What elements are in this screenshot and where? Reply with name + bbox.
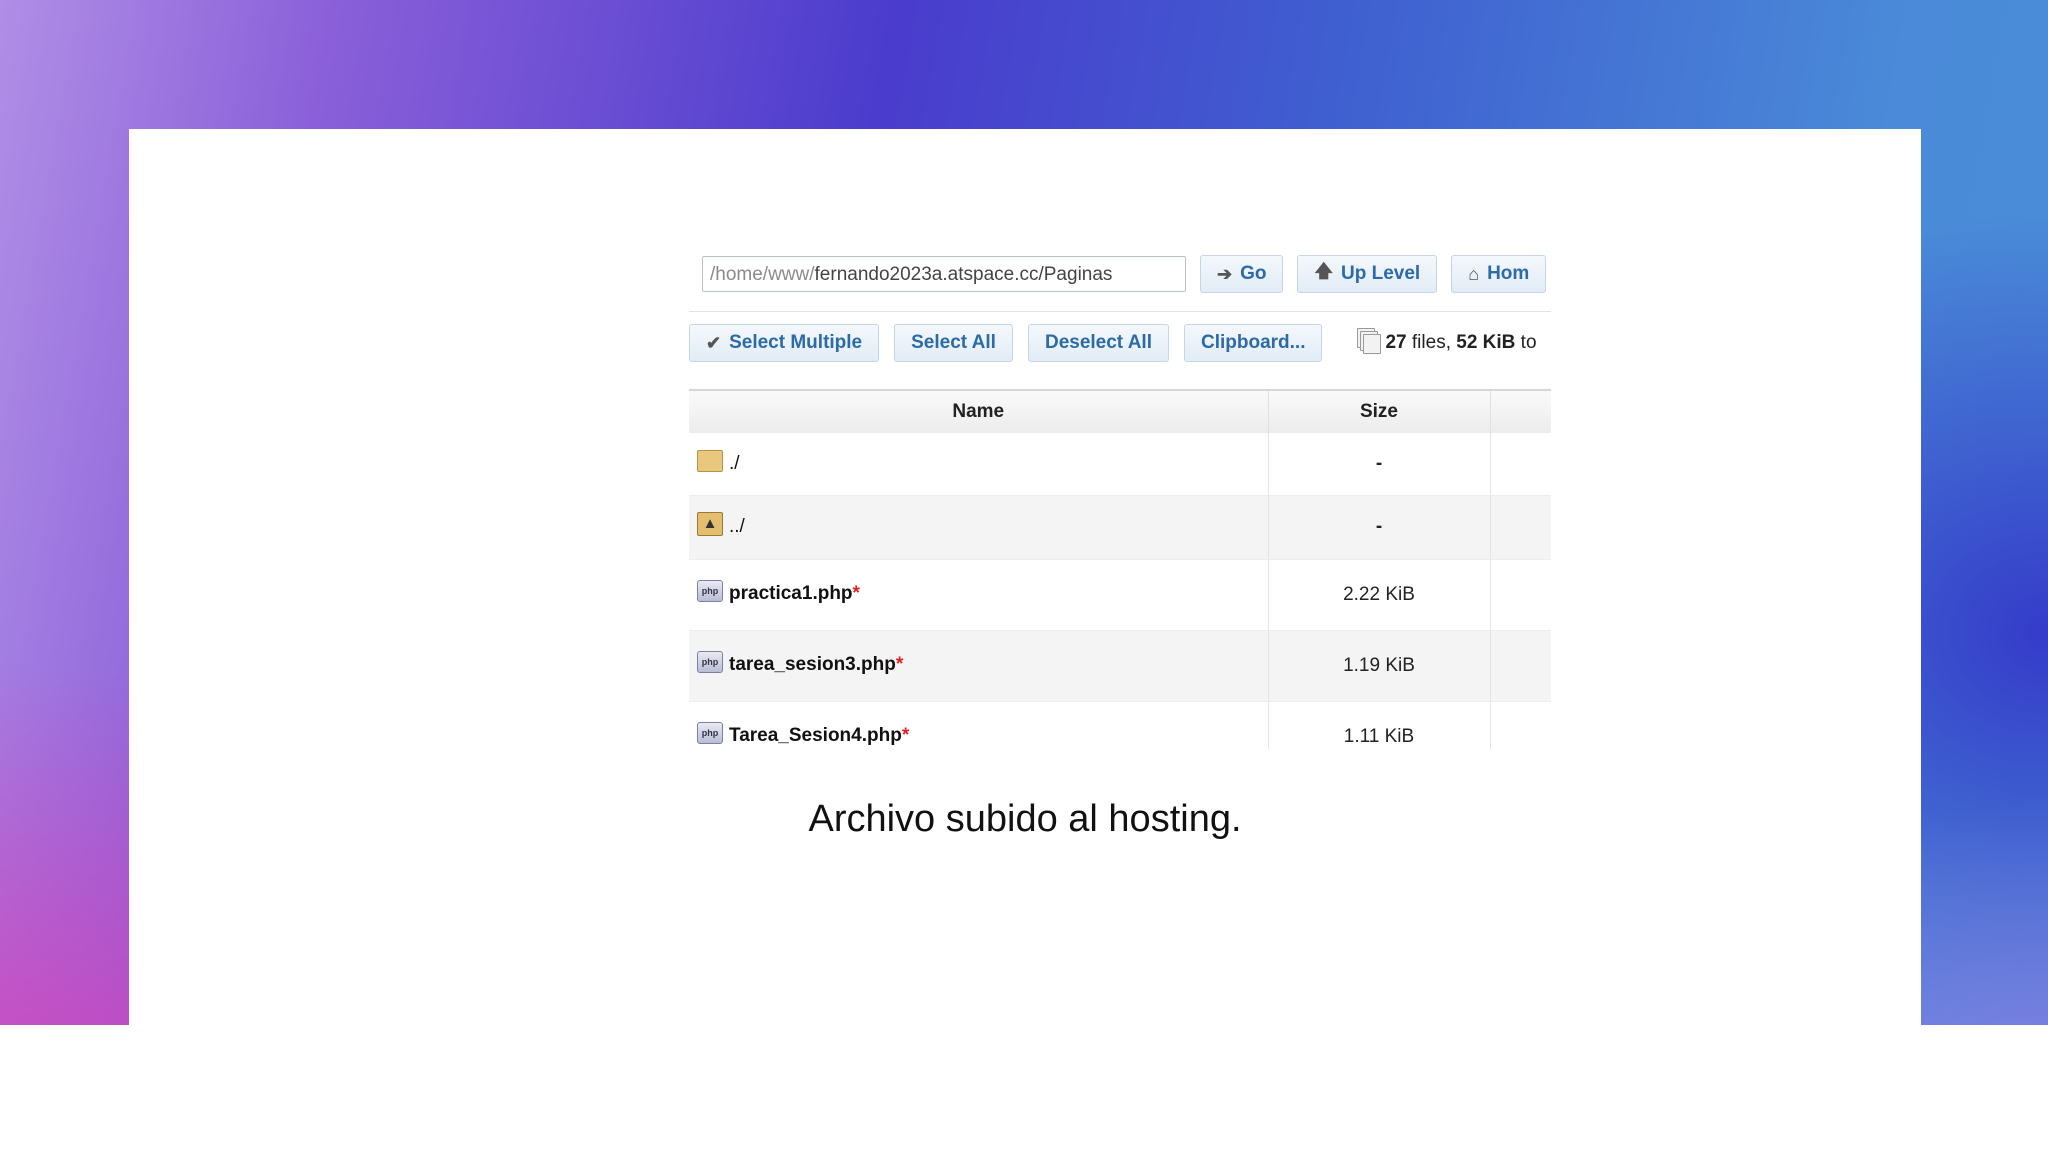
file-manager: /home/www/fernando2023a.atspace.cc/Pagin… <box>689 189 1551 749</box>
summary-tail: to <box>1515 332 1537 353</box>
table-header-row: Name Size <box>689 389 1551 433</box>
php-file-icon: php <box>697 722 723 745</box>
slide-caption: Archivo subido al hosting. <box>808 798 1242 840</box>
folder-icon <box>697 449 723 472</box>
name-cell: php Tarea_Sesion4.php* <box>689 701 1269 749</box>
php-file-icon: php <box>697 651 723 674</box>
go-label: Go <box>1240 263 1267 284</box>
bottom-band <box>0 1025 2048 1152</box>
file-name-link[interactable]: tarea_sesion3.php* <box>729 654 903 675</box>
checkmark-icon: ✔ <box>706 332 722 353</box>
name-cell: ▲ ../ <box>689 495 1269 560</box>
php-file-icon: php <box>697 580 723 603</box>
select-multiple-label: Select Multiple <box>729 332 863 353</box>
slide-panel: /home/www/fernando2023a.atspace.cc/Pagin… <box>129 129 1921 1025</box>
files-stack-icon <box>1357 328 1382 354</box>
file-name-link[interactable]: ../ <box>729 516 745 537</box>
name-cell: php practica1.php* <box>689 559 1269 631</box>
name-column-header[interactable]: Name <box>689 389 1269 433</box>
up-level-label: Up Level <box>1341 263 1421 284</box>
path-bar: /home/www/fernando2023a.atspace.cc/Pagin… <box>702 254 1547 294</box>
home-button[interactable]: ⌂ Hom <box>1451 255 1547 293</box>
toolbar-divider <box>689 311 1551 312</box>
go-button[interactable]: ➔ Go <box>1200 255 1284 293</box>
name-cell: ./ <box>689 433 1269 496</box>
size-cell: - <box>1268 495 1491 560</box>
arrow-up-icon: 🡅 <box>1314 261 1333 281</box>
extra-cell <box>1490 495 1551 560</box>
table-row[interactable]: ▲ ../ - <box>689 495 1551 560</box>
file-name-link[interactable]: practica1.php* <box>729 583 860 604</box>
deselect-all-button[interactable]: Deselect All <box>1027 324 1169 362</box>
up-level-button[interactable]: 🡅 Up Level <box>1297 255 1438 293</box>
table-row[interactable]: ./ - <box>689 433 1551 496</box>
modified-marker: * <box>901 725 910 747</box>
file-table: Name Size ./ - ▲ ../ - php practica1.php… <box>689 389 1551 749</box>
extra-cell <box>1490 701 1551 749</box>
path-input[interactable]: /home/www/fernando2023a.atspace.cc/Pagin… <box>702 256 1186 292</box>
select-all-button[interactable]: Select All <box>894 324 1013 362</box>
path-main: fernando2023a.atspace.cc/Paginas <box>814 264 1113 285</box>
file-summary: 27 files, 52 KiB to <box>1357 328 1537 354</box>
extra-cell <box>1490 630 1551 702</box>
table-row[interactable]: php tarea_sesion3.php* 1.19 KiB <box>689 630 1551 702</box>
table-row[interactable]: php Tarea_Sesion4.php* 1.11 KiB <box>689 701 1551 749</box>
summary-files-word: files, <box>1406 332 1457 353</box>
summary-size: 52 KiB <box>1456 332 1516 353</box>
extra-cell <box>1490 559 1551 631</box>
file-name-link[interactable]: ./ <box>729 453 740 474</box>
extra-column-header <box>1490 389 1551 433</box>
select-multiple-button[interactable]: ✔ Select Multiple <box>689 324 880 362</box>
folder-up-icon: ▲ <box>697 512 723 536</box>
clipboard-button[interactable]: Clipboard... <box>1183 324 1323 362</box>
size-cell: 2.22 KiB <box>1268 559 1491 631</box>
size-column-header[interactable]: Size <box>1268 389 1491 433</box>
file-name-link[interactable]: Tarea_Sesion4.php* <box>729 725 909 746</box>
summary-count: 27 <box>1385 332 1407 353</box>
home-icon: ⌂ <box>1468 263 1480 284</box>
selection-toolbar: ✔ Select Multiple Select All Deselect Al… <box>689 323 1537 363</box>
size-cell: 1.19 KiB <box>1268 630 1491 702</box>
arrow-right-icon: ➔ <box>1217 263 1233 284</box>
table-row[interactable]: php practica1.php* 2.22 KiB <box>689 559 1551 631</box>
extra-cell <box>1490 433 1551 496</box>
size-cell: 1.11 KiB <box>1268 701 1491 749</box>
modified-marker: * <box>852 583 860 605</box>
name-cell: php tarea_sesion3.php* <box>689 630 1269 702</box>
modified-marker: * <box>895 654 904 676</box>
path-prefix: /home/www/ <box>710 264 815 285</box>
home-label: Hom <box>1487 263 1530 284</box>
size-cell: - <box>1268 433 1491 496</box>
